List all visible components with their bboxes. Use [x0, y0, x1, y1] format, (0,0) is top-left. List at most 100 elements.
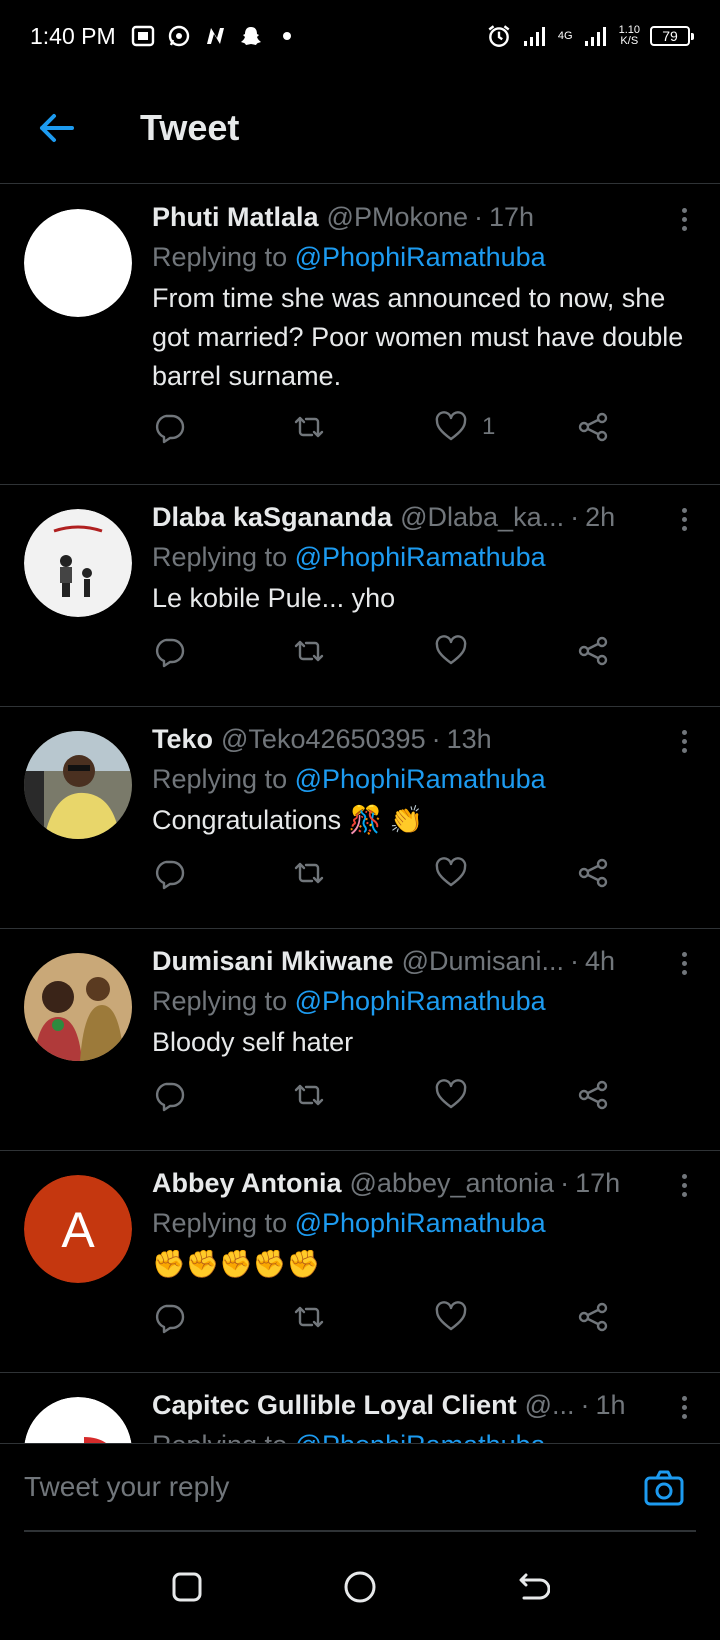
reply-icon — [155, 638, 185, 668]
tweet-text: Congratulations 🎊 👏 — [152, 805, 424, 835]
signal-icon — [522, 23, 548, 49]
author-handle[interactable]: @PMokone — [327, 202, 468, 233]
author-name[interactable]: Phuti Matlala — [152, 202, 319, 233]
reply-button[interactable] — [152, 856, 186, 890]
more-options-icon[interactable] — [672, 947, 696, 979]
replying-to-line: Replying to @PhophiRamathuba — [152, 1425, 696, 1443]
n-app-icon — [202, 23, 228, 49]
more-options-icon[interactable] — [672, 203, 696, 235]
author-handle[interactable]: @Teko42650395 — [221, 724, 426, 755]
replying-to-line: Replying to @PhophiRamathuba — [152, 537, 696, 577]
back-icon — [519, 1573, 551, 1599]
heart-icon — [435, 411, 467, 441]
reply-button[interactable] — [152, 634, 186, 668]
separator-dot: · — [431, 723, 441, 754]
reply-placeholder: Tweet your reply — [24, 1471, 230, 1502]
replying-prefix: Replying to — [152, 542, 288, 572]
reply-tweet[interactable]: Dlaba kaSgananda @Dlaba_ka... · 2h Reply… — [0, 485, 720, 707]
retweet-button[interactable] — [292, 1300, 326, 1334]
reply-button[interactable] — [152, 1300, 186, 1334]
more-options-icon[interactable] — [672, 725, 696, 757]
replying-to-handle[interactable]: @PhophiRamathuba — [295, 764, 546, 794]
author-name[interactable]: Dumisani Mkiwane — [152, 946, 394, 977]
reply-icon — [155, 414, 185, 444]
speed-unit: K/S — [620, 35, 639, 47]
separator-dot: · — [474, 201, 484, 232]
retweet-icon — [294, 640, 324, 662]
share-button[interactable] — [576, 634, 610, 668]
reply-tweet[interactable]: Teko @Teko42650395 · 13h Replying to @Ph… — [0, 707, 720, 929]
man-in-car-avatar[interactable] — [24, 731, 132, 839]
circle-icon — [344, 1571, 376, 1602]
author-handle[interactable]: @... — [525, 1390, 575, 1421]
like-button[interactable] — [434, 856, 468, 890]
replying-to-handle[interactable]: @PhophiRamathuba — [295, 1430, 546, 1443]
square-icon — [172, 1572, 202, 1601]
more-options-icon[interactable] — [672, 1169, 696, 1201]
whatsapp-icon — [166, 23, 192, 49]
share-button[interactable] — [576, 1300, 610, 1334]
reply-tweet[interactable]: Dumisani Mkiwane @Dumisani... · 4h Reply… — [0, 929, 720, 1151]
tweet-actions: 1 — [152, 407, 612, 447]
recents-button[interactable] — [167, 1567, 207, 1607]
author-handle[interactable]: @Dlaba_ka... — [400, 502, 564, 533]
retweet-button[interactable] — [292, 410, 326, 444]
more-options-icon[interactable] — [672, 1391, 696, 1423]
retweet-button[interactable] — [292, 1078, 326, 1112]
share-button[interactable] — [576, 1078, 610, 1112]
tweet-time: 17h — [489, 201, 535, 232]
retweet-icon — [294, 862, 324, 884]
reply-tweet[interactable]: Capitec Gullible Loyal Client @... · 1h … — [0, 1373, 720, 1443]
reply-tweet[interactable]: A Abbey Antonia @abbey_antonia · 17h Rep… — [0, 1151, 720, 1373]
reply-input[interactable]: Tweet your reply — [24, 1444, 696, 1532]
reply-icon — [155, 860, 185, 890]
like-button[interactable] — [434, 1078, 468, 1112]
heart-icon — [435, 1079, 467, 1109]
tweet-time: 2h — [585, 501, 616, 532]
people-photo-avatar[interactable] — [24, 953, 132, 1061]
replying-to-line: Replying to @PhophiRamathuba — [152, 237, 696, 277]
author-handle[interactable]: @abbey_antonia — [350, 1168, 555, 1199]
like-button[interactable] — [434, 634, 468, 668]
separator-dot: · — [570, 945, 580, 976]
replying-prefix: Replying to — [152, 242, 288, 272]
replying-to-handle[interactable]: @PhophiRamathuba — [295, 1208, 546, 1238]
tweet-text: Bloody self hater — [152, 1027, 354, 1057]
retweet-button[interactable] — [292, 634, 326, 668]
reply-tweet[interactable]: Phuti Matlala @PMokone · 17h Replying to… — [0, 185, 720, 485]
share-icon — [578, 1080, 608, 1110]
separator-dot: · — [570, 501, 580, 532]
author-handle[interactable]: @Dumisani... — [402, 946, 564, 977]
camera-icon[interactable] — [642, 1466, 686, 1510]
replying-to-handle[interactable]: @PhophiRamathuba — [295, 542, 546, 572]
tweet-actions — [152, 1297, 612, 1337]
snapchat-icon — [238, 23, 264, 49]
home-button[interactable] — [340, 1567, 380, 1607]
reply-button[interactable] — [152, 410, 186, 444]
fathers-day-avatar[interactable] — [24, 509, 132, 617]
status-time: 1:40 PM — [30, 22, 116, 49]
author-name[interactable]: Dlaba kaSgananda — [152, 502, 392, 533]
capitec-logo-avatar[interactable] — [24, 1397, 132, 1443]
letter-a-avatar[interactable]: A — [24, 1175, 132, 1283]
replying-to-line: Replying to @PhophiRamathuba — [152, 981, 696, 1021]
back-arrow-icon[interactable] — [36, 108, 76, 148]
like-button[interactable]: 1 — [434, 410, 495, 444]
back-button[interactable] — [513, 1567, 553, 1607]
replying-to-handle[interactable]: @PhophiRamathuba — [295, 986, 546, 1016]
reply-button[interactable] — [152, 1078, 186, 1112]
tweet-text: From time she was announced to now, she … — [152, 283, 684, 391]
share-icon — [578, 412, 608, 442]
replying-to-handle[interactable]: @PhophiRamathuba — [295, 242, 546, 272]
tweet-time: 4h — [585, 945, 616, 976]
more-options-icon[interactable] — [672, 503, 696, 535]
share-button[interactable] — [576, 410, 610, 444]
white-circle-avatar[interactable] — [24, 209, 132, 317]
retweet-button[interactable] — [292, 856, 326, 890]
share-button[interactable] — [576, 856, 610, 890]
author-name[interactable]: Capitec Gullible Loyal Client — [152, 1390, 517, 1421]
replies-feed[interactable]: Phuti Matlala @PMokone · 17h Replying to… — [0, 185, 720, 1443]
author-name[interactable]: Teko — [152, 724, 213, 755]
like-button[interactable] — [434, 1300, 468, 1334]
author-name[interactable]: Abbey Antonia — [152, 1168, 342, 1199]
